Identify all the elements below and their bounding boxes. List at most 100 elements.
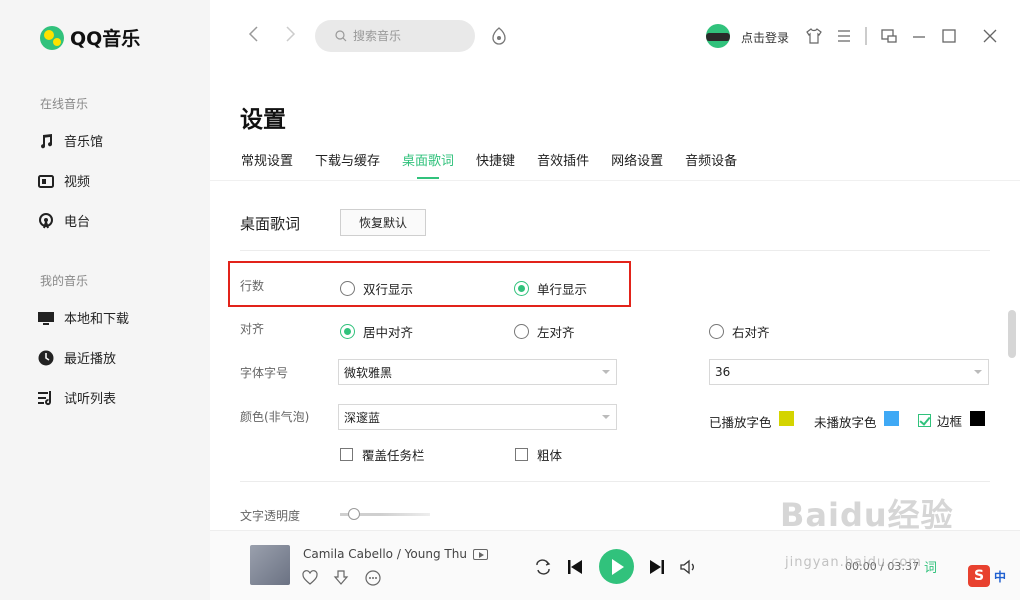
skin-shirt-icon[interactable] — [805, 27, 823, 45]
tabs-divider — [210, 180, 1020, 181]
sogou-ime-icon: S — [968, 565, 990, 587]
tab-download-cache[interactable]: 下载与缓存 — [315, 150, 380, 169]
menu-icon[interactable] — [835, 27, 853, 45]
forward-icon[interactable] — [284, 26, 300, 44]
radio-label: 双行显示 — [363, 282, 414, 297]
qq-music-window: QQ音乐 在线音乐 音乐馆 视频 电台 我的音乐 本地和下载 最近播放 试听列表… — [0, 0, 1020, 600]
tab-general[interactable]: 常规设置 — [241, 150, 293, 169]
played-color-swatch[interactable] — [779, 411, 794, 426]
sidebar-item-playlist[interactable]: 试听列表 — [38, 388, 116, 407]
separator — [865, 27, 867, 45]
sidebar-item-recent[interactable]: 最近播放 — [38, 348, 116, 367]
unplayed-color-swatch[interactable] — [884, 411, 899, 426]
maximize-icon[interactable] — [940, 27, 958, 45]
sidebar-item-label: 视频 — [64, 175, 91, 190]
tab-audio-device[interactable]: 音频设备 — [685, 150, 737, 169]
like-heart-icon[interactable] — [301, 569, 319, 587]
listen-recognize-icon[interactable] — [490, 27, 508, 45]
previous-icon[interactable] — [566, 558, 584, 576]
align-label: 对齐 — [240, 322, 265, 336]
tab-desktop-lyrics[interactable]: 桌面歌词 — [402, 150, 454, 169]
tab-shortcuts[interactable]: 快捷键 — [476, 150, 515, 169]
sidebar: QQ音乐 在线音乐 音乐馆 视频 电台 我的音乐 本地和下载 最近播放 试听列表 — [0, 0, 210, 600]
back-icon[interactable] — [248, 26, 264, 44]
opacity-slider[interactable] — [340, 508, 430, 520]
more-icon[interactable] — [364, 569, 382, 587]
ime-mode: 中 — [994, 569, 1007, 584]
radio-label: 居中对齐 — [363, 325, 414, 340]
baidu-watermark-url: jingyan.baidu.com — [785, 555, 922, 570]
login-link[interactable]: 点击登录 — [741, 29, 789, 46]
checkbox-label: 边框 — [937, 414, 963, 429]
sidebar-item-label: 本地和下载 — [64, 312, 130, 327]
border-color-swatch[interactable] — [970, 411, 985, 426]
qq-music-logo-icon — [40, 25, 64, 50]
chevron-down-icon — [602, 415, 610, 419]
lines-label: 行数 — [240, 279, 265, 293]
minimize-icon[interactable] — [910, 27, 928, 45]
select-value: 36 — [715, 365, 731, 379]
close-icon[interactable] — [981, 27, 999, 45]
next-icon[interactable] — [648, 558, 666, 576]
app-name: QQ音乐 — [70, 28, 141, 50]
mv-icon[interactable] — [472, 548, 488, 560]
color-label: 颜色(非气泡) — [240, 410, 310, 424]
search-box[interactable] — [315, 20, 475, 52]
radio-align-right[interactable]: 右对齐 — [709, 322, 770, 341]
checkbox-label: 覆盖任务栏 — [362, 448, 425, 463]
top-bar: 点击登录 — [210, 0, 1020, 74]
lyrics-toggle-button[interactable]: 词 — [924, 557, 937, 576]
radio-double-line[interactable]: 双行显示 — [340, 279, 413, 298]
font-family-select[interactable]: 微软雅黑 — [338, 359, 617, 385]
download-icon[interactable] — [332, 569, 350, 587]
sidebar-item-radio[interactable]: 电台 — [38, 211, 90, 230]
sidebar-item-label: 音乐馆 — [64, 135, 104, 150]
music-note-icon — [38, 133, 54, 149]
video-icon — [38, 173, 54, 189]
repeat-mode-icon[interactable] — [534, 558, 552, 576]
font-size-select[interactable]: 36 — [709, 359, 989, 385]
chevron-down-icon — [974, 370, 982, 374]
opacity-label: 文字透明度 — [240, 509, 301, 523]
select-value: 深邃蓝 — [344, 410, 381, 425]
ime-indicator[interactable]: S 中 — [968, 562, 1020, 590]
tab-network[interactable]: 网络设置 — [611, 150, 663, 169]
restore-default-button[interactable]: 恢复默认 — [340, 209, 426, 236]
settings-tabs: 常规设置 下载与缓存 桌面歌词 快捷键 音效插件 网络设置 音频设备 — [241, 150, 759, 169]
scrollbar[interactable] — [1008, 310, 1016, 358]
sidebar-item-label: 试听列表 — [64, 392, 117, 407]
radio-single-line[interactable]: 单行显示 — [514, 279, 587, 298]
radio-dot — [340, 281, 355, 296]
play-button[interactable] — [599, 549, 634, 584]
radio-label: 右对齐 — [732, 325, 770, 340]
cover-taskbar-checkbox[interactable]: 覆盖任务栏 — [340, 445, 425, 464]
volume-icon[interactable] — [679, 558, 697, 576]
divider — [240, 250, 990, 251]
bold-checkbox[interactable]: 粗体 — [515, 445, 562, 464]
checkbox-box — [340, 448, 353, 461]
clock-icon — [38, 350, 54, 366]
sidebar-item-label: 最近播放 — [64, 352, 117, 367]
album-cover[interactable] — [250, 545, 290, 585]
radio-icon — [38, 212, 54, 229]
avatar[interactable] — [706, 24, 730, 48]
sidebar-item-video[interactable]: 视频 — [38, 171, 90, 190]
radio-align-left[interactable]: 左对齐 — [514, 322, 575, 341]
tab-sound-plugins[interactable]: 音效插件 — [537, 150, 589, 169]
font-label: 字体字号 — [240, 366, 289, 380]
sidebar-item-music-hall[interactable]: 音乐馆 — [38, 131, 103, 150]
song-title: Camila Cabello / Young Thu — [303, 547, 467, 561]
app-logo[interactable]: QQ音乐 — [40, 24, 140, 51]
monitor-icon — [38, 310, 54, 326]
slider-knob[interactable] — [348, 508, 360, 520]
song-info[interactable]: Camila Cabello / Young Thu — [303, 547, 488, 561]
search-input[interactable] — [353, 29, 463, 43]
sidebar-item-local-download[interactable]: 本地和下载 — [38, 308, 129, 327]
mini-mode-icon[interactable] — [880, 27, 898, 45]
checkbox-box — [515, 448, 528, 461]
select-value: 微软雅黑 — [344, 365, 393, 380]
radio-dot — [340, 324, 355, 339]
border-checkbox[interactable]: 边框 — [918, 411, 962, 430]
color-theme-select[interactable]: 深邃蓝 — [338, 404, 617, 430]
radio-align-center[interactable]: 居中对齐 — [340, 322, 413, 341]
